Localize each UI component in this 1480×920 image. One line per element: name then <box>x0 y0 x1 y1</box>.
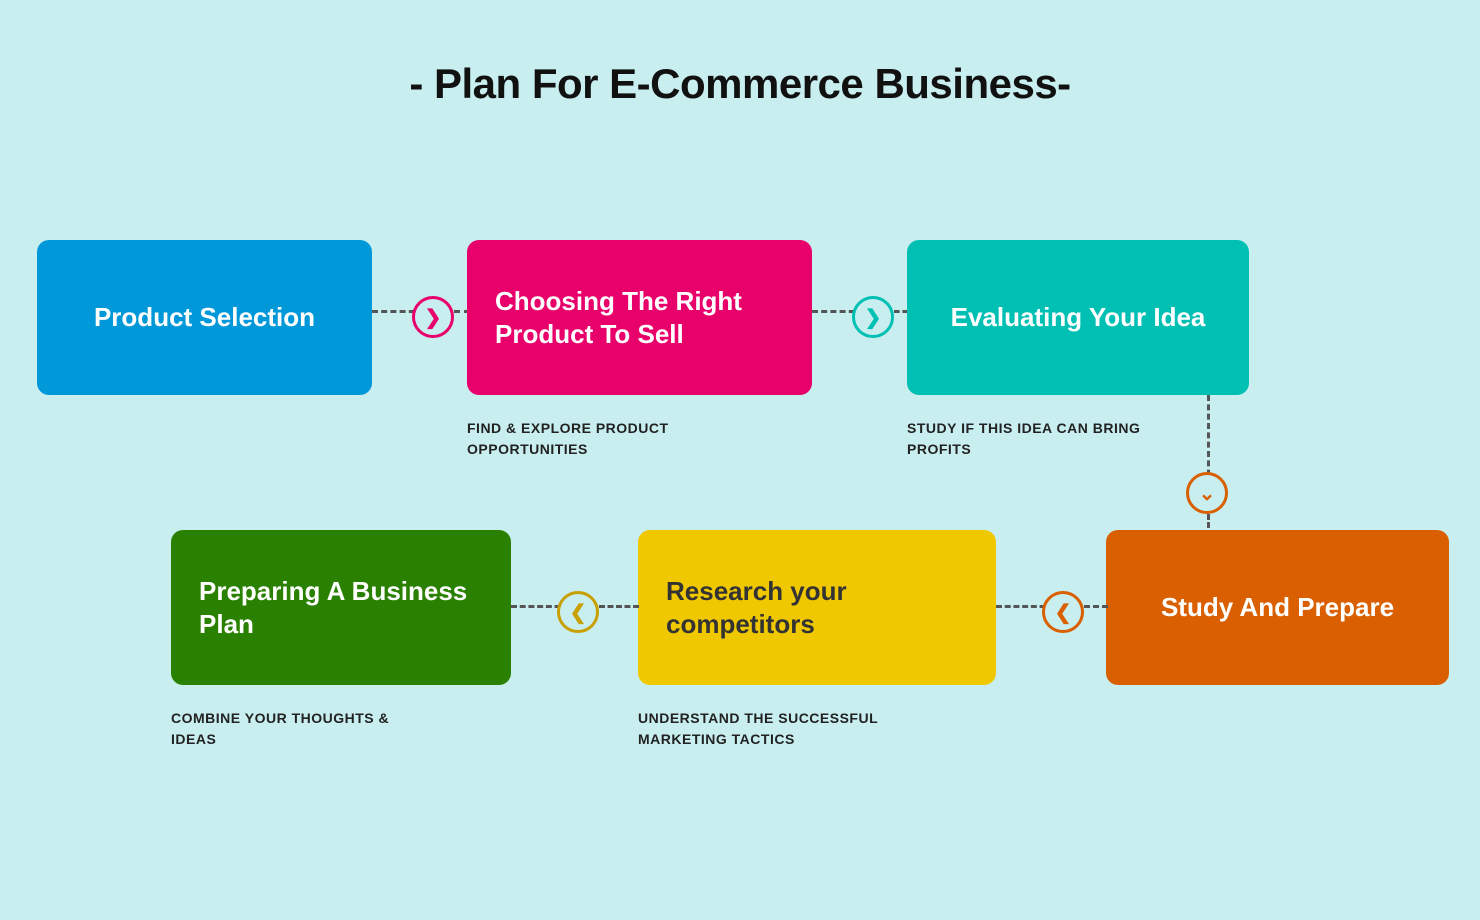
subtitle-preparing: COMBINE YOUR THOUGHTS & IDEAS <box>171 708 431 750</box>
box-study: Study And Prepare <box>1106 530 1449 685</box>
arrow-right-1: ❯ <box>412 296 454 338</box>
arrow-left-1: ❮ <box>557 591 599 633</box>
box-product-selection: Product Selection <box>37 240 372 395</box>
connector-line-r2-2b <box>1084 605 1108 608</box>
arrow-down: ⌄ <box>1186 472 1228 514</box>
box-research-label: Research your competitors <box>666 575 968 640</box>
box-choosing: Choosing The Right Product To Sell <box>467 240 812 395</box>
box-evaluating: Evaluating Your Idea <box>907 240 1249 395</box>
subtitle-evaluating: STUDY IF THIS IDEA CAN BRING PROFITS <box>907 418 1167 460</box>
diagram: Product Selection ❯ Choosing The Right P… <box>0 160 1480 920</box>
arrow-left-2: ❮ <box>1042 591 1084 633</box>
box-research: Research your competitors <box>638 530 996 685</box>
box-preparing-label: Preparing A Business Plan <box>199 575 483 640</box>
connector-line-r1-2b <box>894 310 908 313</box>
box-study-label: Study And Prepare <box>1161 591 1394 624</box>
subtitle-choosing: FIND & EXPLORE PRODUCT OPPORTUNITIES <box>467 418 737 460</box>
page-title: - Plan For E-Commerce Business- <box>0 0 1480 108</box>
box-preparing: Preparing A Business Plan <box>171 530 511 685</box>
box-evaluating-label: Evaluating Your Idea <box>951 301 1206 334</box>
box-product-selection-label: Product Selection <box>94 301 315 334</box>
subtitle-research: UNDERSTAND THE SUCCESSFUL MARKETING TACT… <box>638 708 928 750</box>
connector-line-r2-1b <box>599 605 639 608</box>
arrow-right-2: ❯ <box>852 296 894 338</box>
box-choosing-label: Choosing The Right Product To Sell <box>495 285 784 350</box>
